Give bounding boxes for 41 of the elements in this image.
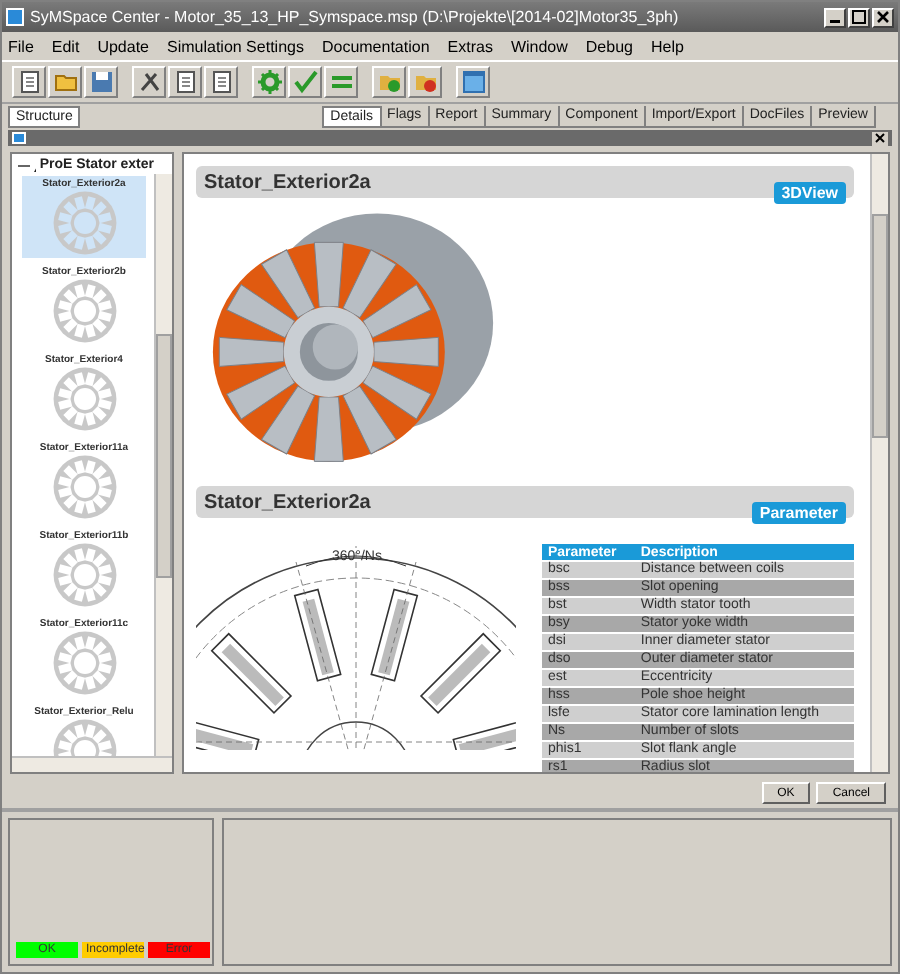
menu-item[interactable]: Debug [585, 37, 633, 55]
menu-item[interactable]: Help [650, 37, 684, 55]
menu-item[interactable]: File [8, 37, 34, 55]
scrollbar[interactable] [154, 174, 172, 756]
stator-thumbnail-icon [51, 630, 117, 696]
folder-add-icon[interactable] [372, 66, 406, 98]
gear-icon[interactable] [252, 66, 286, 98]
menu-item[interactable]: Documentation [321, 37, 430, 55]
window-title: SyMSpace Center - Motor_35_13_HP_Symspace.msp (D:\Projekte\[2014-02]Motor35_3ph) [30, 8, 681, 26]
stator-thumbnail-icon [51, 190, 117, 256]
checkmark-icon[interactable] [288, 66, 322, 98]
copy-icon[interactable] [168, 66, 202, 98]
stator-thumbnail-icon [51, 278, 117, 344]
close-button[interactable] [872, 131, 888, 145]
scrollbar-thumb[interactable] [872, 214, 888, 438]
stator-thumbnail-icon [51, 366, 117, 432]
stator-thumbnail-icon [51, 542, 117, 608]
paste-icon[interactable] [204, 66, 238, 98]
stator-thumbnail-icon [51, 454, 117, 520]
menu-item[interactable]: Window [510, 37, 568, 55]
menu-item[interactable]: Extras [447, 37, 493, 55]
document-icon[interactable] [12, 66, 46, 98]
scrollbar[interactable] [870, 154, 888, 772]
scissors-icon[interactable] [132, 66, 166, 98]
menu-item[interactable]: Edit [51, 37, 80, 55]
save-icon[interactable] [84, 66, 118, 98]
section-title: Stator_Exterior2a [204, 491, 371, 513]
collapse-icon[interactable] [18, 159, 30, 171]
menu-item[interactable]: Update [97, 37, 149, 55]
maximize-button[interactable] [848, 7, 870, 27]
scrollbar[interactable] [12, 756, 172, 772]
minimize-button[interactable] [824, 7, 846, 27]
equals-icon[interactable] [324, 66, 358, 98]
folder-icon[interactable] [48, 66, 82, 98]
section-title: Stator_Exterior2a [204, 171, 371, 193]
window-icon[interactable] [456, 66, 490, 98]
app-logo-icon [6, 8, 24, 26]
scrollbar-thumb[interactable] [156, 334, 172, 578]
menu-item[interactable]: Simulation Settings [166, 37, 304, 55]
folder-delete-icon[interactable] [408, 66, 442, 98]
app-logo-icon [12, 132, 26, 144]
